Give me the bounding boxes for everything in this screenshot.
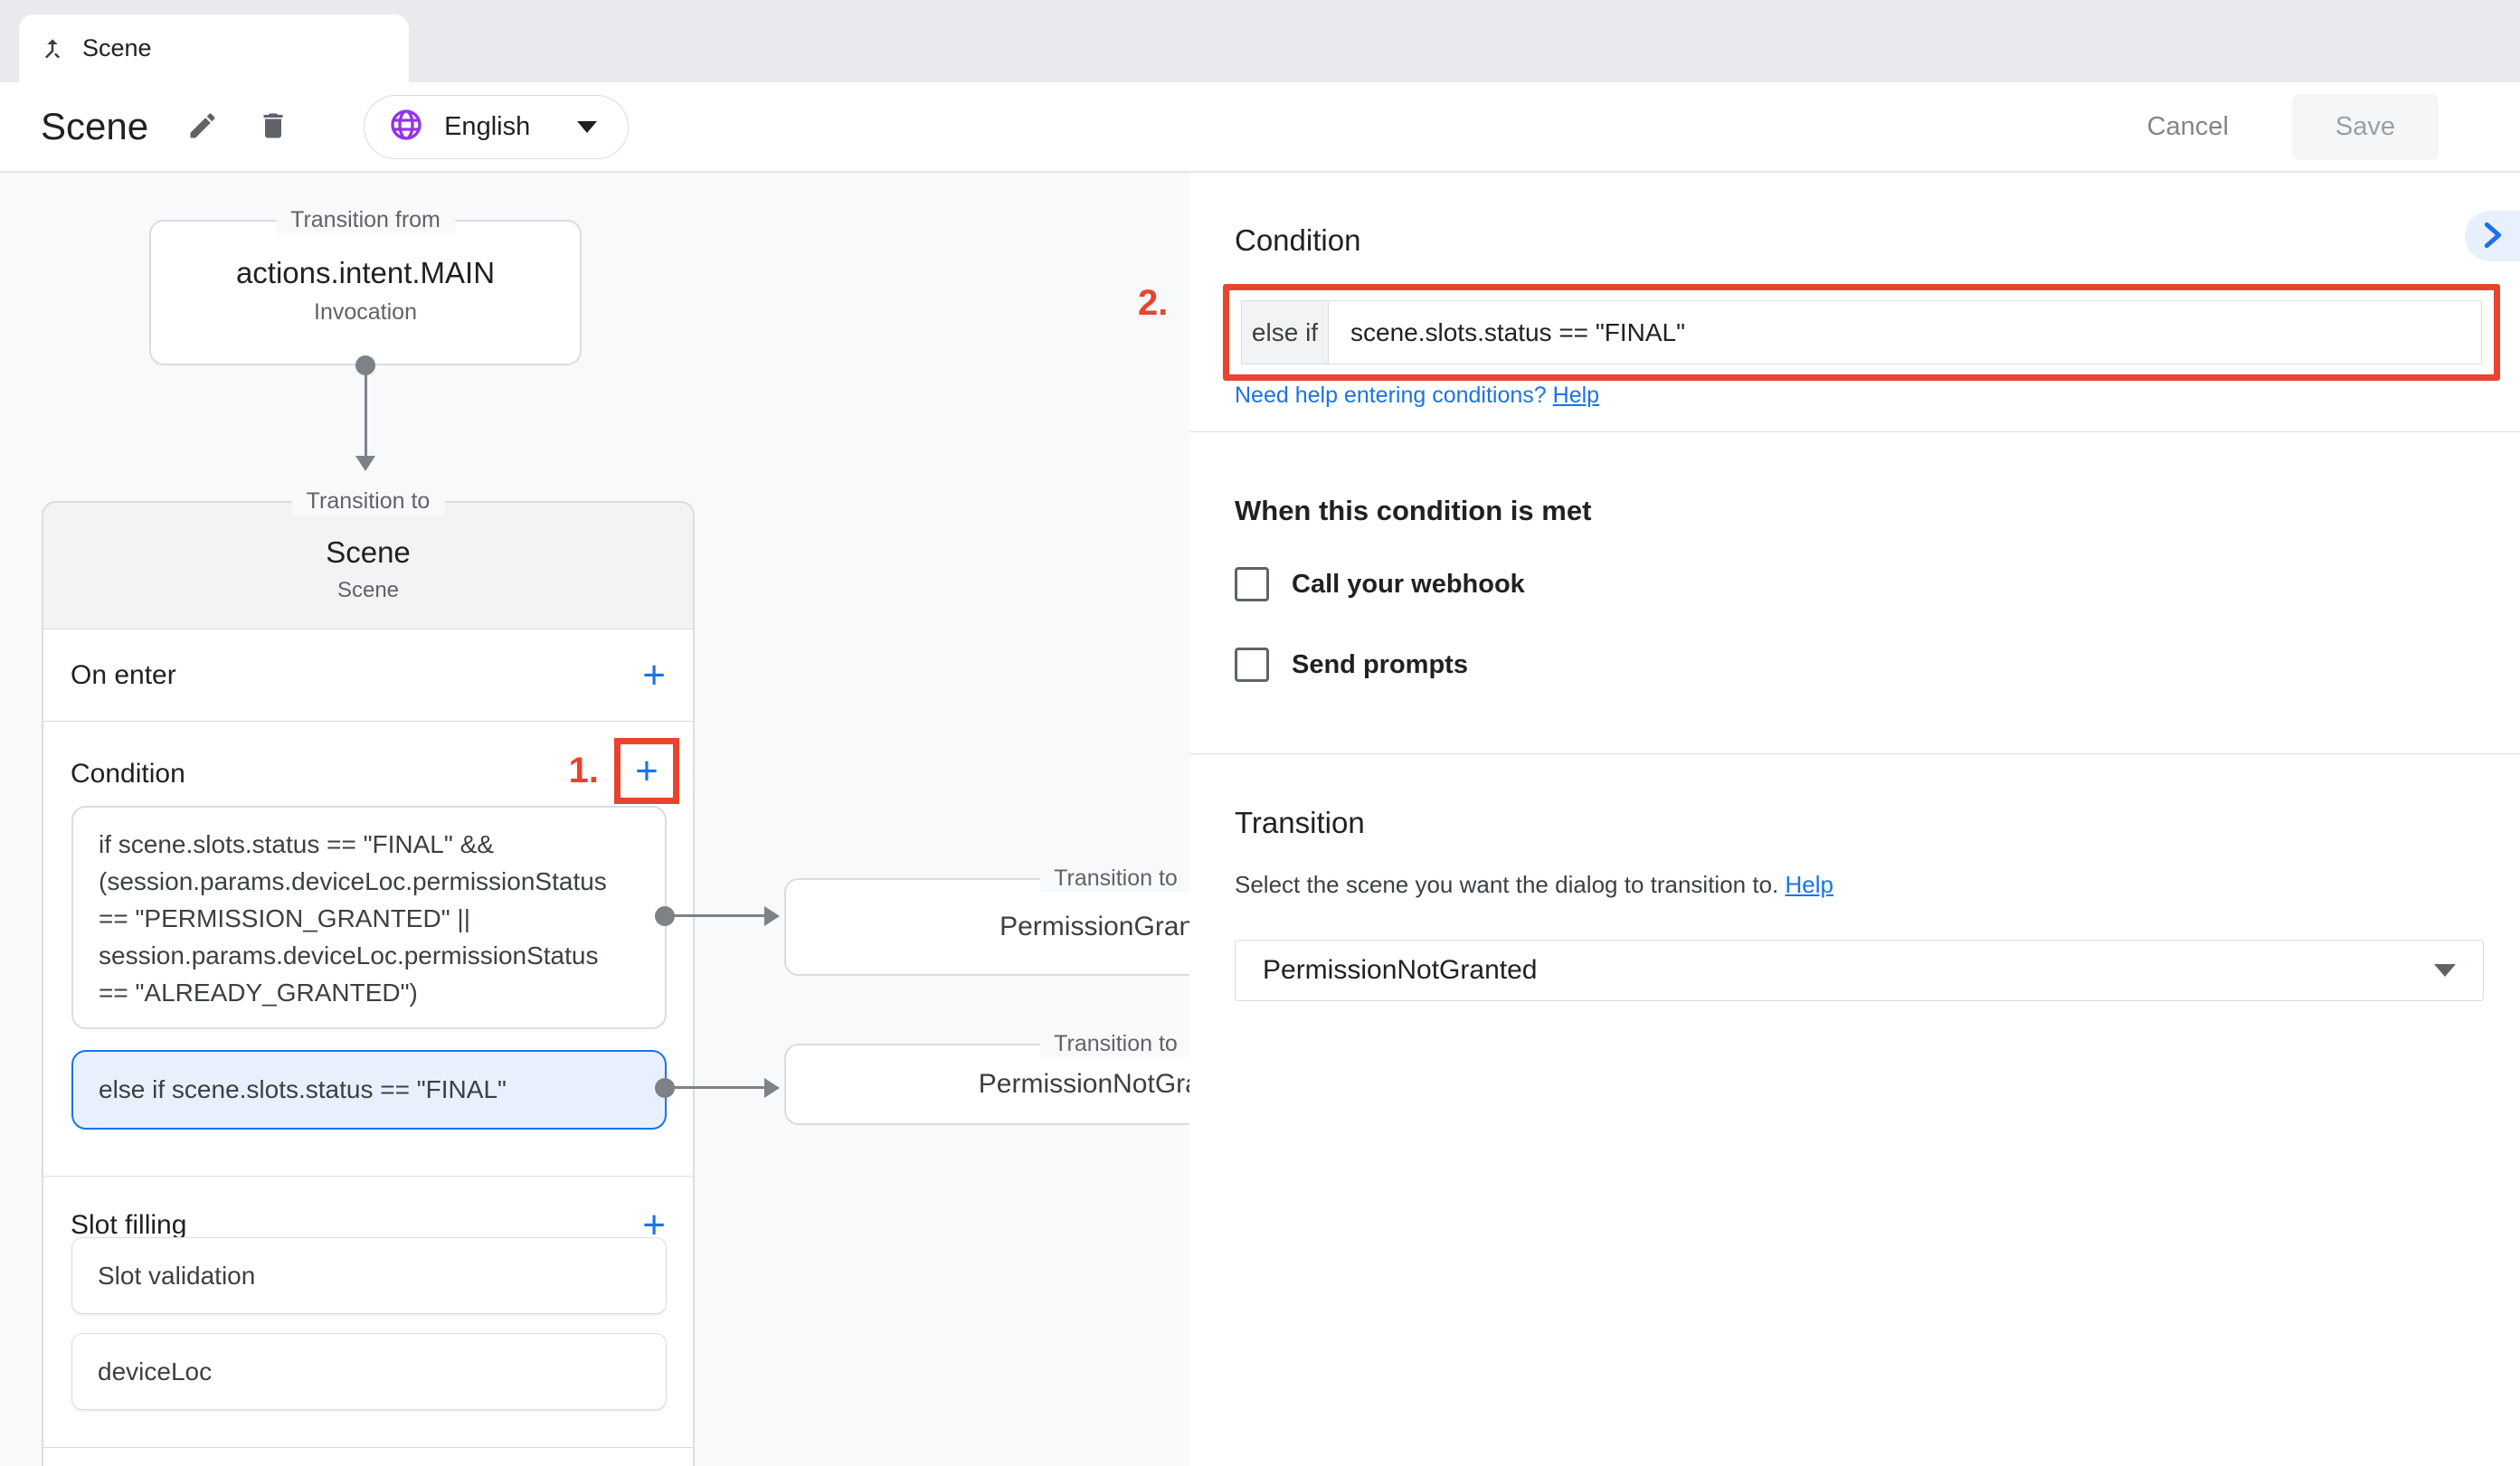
slot-card-validation[interactable]: Slot validation [71,1237,667,1314]
connector-dot [655,1078,675,1098]
trash-icon [257,109,289,145]
invocation-subtitle: Invocation [151,299,580,326]
arrow-right-icon [764,906,780,926]
tab-label: Scene [82,34,152,62]
dropdown-caret-icon [2434,964,2456,977]
connector-line [665,1086,766,1089]
transition-help-link[interactable]: Help [1786,871,1833,898]
collapse-panel-button[interactable] [2465,211,2520,261]
language-label: English [444,112,530,142]
pencil-icon [186,109,219,145]
page-title: Scene [41,105,148,148]
condition-keyword-cell: else if [1241,300,1329,364]
target-node-permission-granted[interactable]: Transition to PermissionGranted [784,878,1189,976]
scene-merge-icon [39,35,66,62]
send-prompts-checkbox-row: Send prompts [1235,648,1468,682]
chevron-down-icon [577,121,597,133]
condition-card-else-if-selected[interactable]: else if scene.slots.status == "FINAL" [71,1050,667,1130]
slot-filling-label: Slot filling [71,1210,186,1241]
annotation-step-1: 1. [569,751,599,791]
connector-line [665,914,766,917]
condition-detail-panel: Condition else if Need help entering con… [1189,173,2520,1466]
save-button[interactable]: Save [2292,94,2439,160]
annotation-box-add-condition: + [614,738,679,804]
transition-description-text: Select the scene you want the dialog to … [1235,871,1778,898]
arrow-right-icon [764,1078,780,1098]
language-selector[interactable]: English [364,95,629,159]
scene-node: Transition to Scene Scene On enter + Con… [42,501,695,1466]
transition-to-legend: Transition to [1039,1031,1189,1057]
add-condition-button[interactable]: + [635,752,658,791]
on-enter-section: On enter + [43,629,693,722]
invocation-intent-name: actions.intent.MAIN [151,256,580,290]
tab-bar: Scene [0,0,2520,82]
scene-flow-canvas: Transition from actions.intent.MAIN Invo… [0,173,1189,1466]
plus-icon: + [635,749,658,793]
add-on-enter-button[interactable]: + [642,656,666,695]
target-scene-name: PermissionGranted [786,880,1189,974]
condition-heading: Condition [1235,223,1360,258]
call-webhook-checkbox[interactable] [1235,567,1269,601]
annotation-box-condition-editor: else if [1223,284,2500,381]
transition-scene-select[interactable]: PermissionNotGranted [1235,940,2484,1001]
webhook-checkbox-row: Call your webhook [1235,567,1525,601]
main-area: Transition from actions.intent.MAIN Invo… [0,173,2520,1466]
condition-card-if[interactable]: if scene.slots.status == "FINAL" && (ses… [71,806,667,1029]
scene-node-subtitle: Scene [43,578,693,603]
on-enter-label: On enter [71,660,176,691]
when-condition-met-heading: When this condition is met [1235,495,1591,527]
chevron-right-icon [2481,222,2505,251]
cancel-button[interactable]: Cancel [2120,96,2256,158]
section-divider [43,1447,693,1448]
arrow-down-icon [355,456,375,471]
condition-help-link[interactable]: Help [1553,383,1599,408]
delete-scene-button[interactable] [257,109,289,145]
slot-card-deviceloc[interactable]: deviceLoc [71,1333,667,1410]
condition-help-line: Need help entering conditions? Help [1235,383,1599,409]
call-webhook-label: Call your webhook [1292,570,1525,600]
transition-to-legend: Transition to [292,488,445,515]
connector-line [365,365,367,456]
scene-node-header[interactable]: Scene Scene [43,503,693,629]
connector-dot [355,355,375,375]
actions-console-app: Scene Scene English Cancel [0,0,2520,1466]
help-text: Need help entering conditions? [1235,383,1547,408]
condition-expression-input[interactable] [1329,300,2482,364]
panel-divider [1189,431,2520,432]
header: Scene English Cancel Save [0,82,2520,173]
target-node-permission-not-granted[interactable]: Transition to PermissionNotGranted [784,1044,1189,1125]
annotation-step-2: 2. [1138,283,1168,324]
transition-heading: Transition [1235,806,1365,840]
condition-label: Condition [71,759,185,790]
connector-dot [655,906,675,926]
transition-description: Select the scene you want the dialog to … [1235,871,1833,899]
globe-icon [388,107,424,147]
invocation-node[interactable]: Transition from actions.intent.MAIN Invo… [149,220,582,365]
transition-to-legend: Transition to [1039,865,1189,892]
send-prompts-checkbox[interactable] [1235,648,1269,682]
transition-scene-value: PermissionNotGranted [1263,955,2434,986]
transition-from-legend: Transition from [276,207,455,233]
panel-divider [1189,753,2520,754]
tab-scene[interactable]: Scene [19,14,409,82]
plus-icon: + [642,653,666,697]
edit-scene-button[interactable] [186,109,219,145]
send-prompts-label: Send prompts [1292,650,1468,680]
